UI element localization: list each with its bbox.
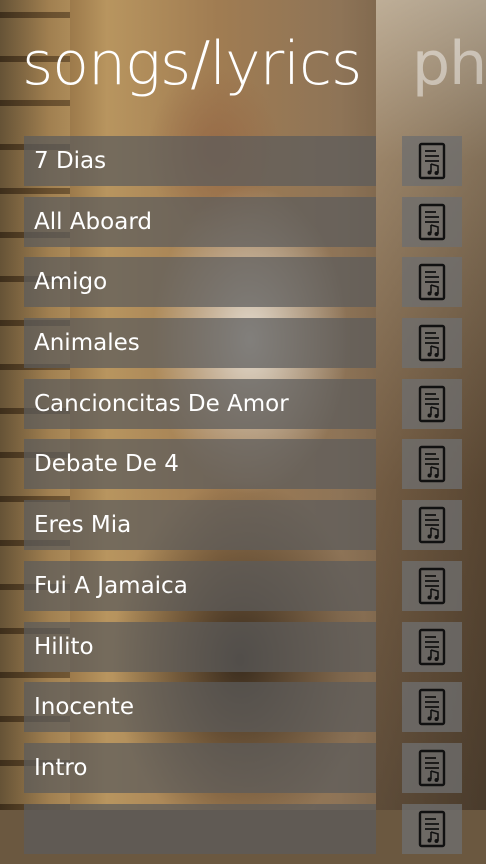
list-item: Intro <box>24 742 462 793</box>
lyrics-sheet-icon <box>418 628 446 665</box>
list-item: Hilito <box>24 621 462 672</box>
lyrics-button[interactable] <box>402 560 462 611</box>
song-title-button[interactable]: Debate De 4 <box>24 439 376 490</box>
lyrics-sheet-icon <box>418 385 446 422</box>
lyrics-button[interactable] <box>402 378 462 429</box>
lyrics-button[interactable] <box>402 318 462 369</box>
list-item: 7 Dias <box>24 136 462 186</box>
lyrics-sheet-icon <box>418 324 446 362</box>
song-title-button[interactable]: Fui A Jamaica <box>24 560 376 611</box>
lyrics-button[interactable] <box>402 136 462 186</box>
song-title-button[interactable]: Animales <box>24 318 376 369</box>
lyrics-button[interactable] <box>402 196 462 247</box>
lyrics-button[interactable] <box>402 500 462 551</box>
song-title-button[interactable]: 7 Dias <box>24 136 376 186</box>
lyrics-sheet-icon <box>418 749 446 787</box>
list-item <box>24 803 462 854</box>
song-title-button[interactable]: Amigo <box>24 257 376 308</box>
list-item: Animales <box>24 318 462 369</box>
lyrics-button[interactable] <box>402 682 462 733</box>
song-title-button[interactable]: Cancioncitas De Amor <box>24 378 376 429</box>
song-title-button[interactable]: Intro <box>24 742 376 793</box>
list-item: All Aboard <box>24 196 462 247</box>
lyrics-sheet-icon <box>418 810 446 847</box>
song-title-button[interactable]: Inocente <box>24 682 376 733</box>
list-item: Amigo <box>24 257 462 308</box>
lyrics-button[interactable] <box>402 621 462 672</box>
song-title-button[interactable]: Eres Mia <box>24 500 376 551</box>
lyrics-sheet-icon <box>418 688 446 726</box>
lyrics-sheet-icon <box>418 506 446 544</box>
lyrics-sheet-icon <box>418 567 446 605</box>
song-list: 7 Dias All Aboard Amigo Animales Cancion… <box>24 136 462 864</box>
list-item: Fui A Jamaica <box>24 560 462 611</box>
list-item: Inocente <box>24 682 462 733</box>
song-title-button[interactable]: All Aboard <box>24 196 376 247</box>
pivot-header-songs-lyrics[interactable]: songs/lyrics <box>22 24 362 104</box>
list-item: Eres Mia <box>24 500 462 551</box>
lyrics-sheet-icon <box>418 264 446 301</box>
lyrics-button[interactable] <box>402 257 462 308</box>
list-item: Debate De 4 <box>24 439 462 490</box>
lyrics-sheet-icon <box>418 203 446 240</box>
song-title-button[interactable]: Hilito <box>24 621 376 672</box>
lyrics-button[interactable] <box>402 803 462 854</box>
list-item: Cancioncitas De Amor <box>24 378 462 429</box>
lyrics-sheet-icon <box>418 142 446 180</box>
pivot-header-next[interactable]: ph <box>412 24 486 104</box>
lyrics-sheet-icon <box>418 446 446 483</box>
lyrics-button[interactable] <box>402 439 462 490</box>
lyrics-button[interactable] <box>402 742 462 793</box>
song-title-button[interactable] <box>24 803 376 854</box>
